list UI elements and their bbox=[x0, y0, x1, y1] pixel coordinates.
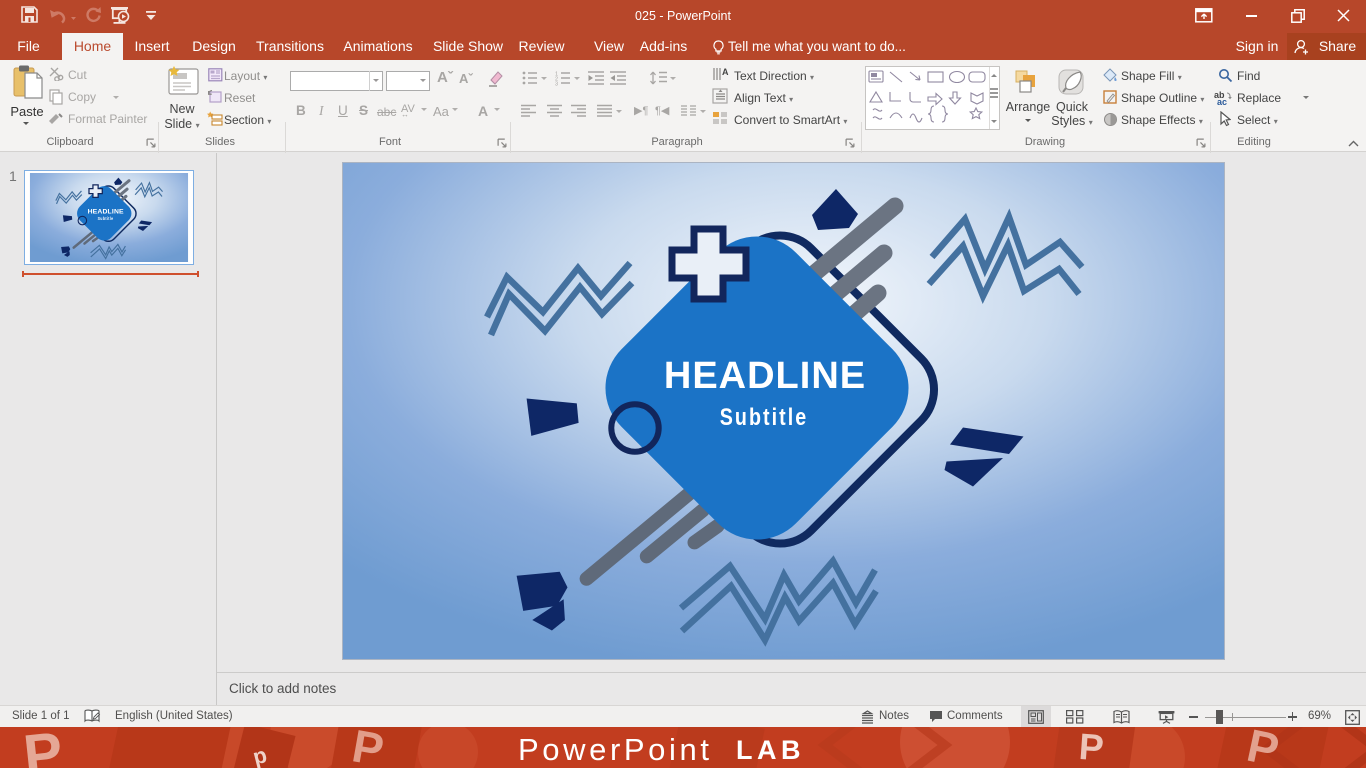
svg-text:PowerPoint: PowerPoint bbox=[518, 732, 713, 767]
svg-text:ac: ac bbox=[1217, 97, 1227, 106]
svg-text:A: A bbox=[722, 67, 729, 77]
svg-text:3: 3 bbox=[555, 82, 558, 87]
svg-text:P: P bbox=[1078, 727, 1105, 768]
svg-text:LAB: LAB bbox=[736, 735, 805, 765]
svg-text:P: P bbox=[20, 727, 65, 768]
